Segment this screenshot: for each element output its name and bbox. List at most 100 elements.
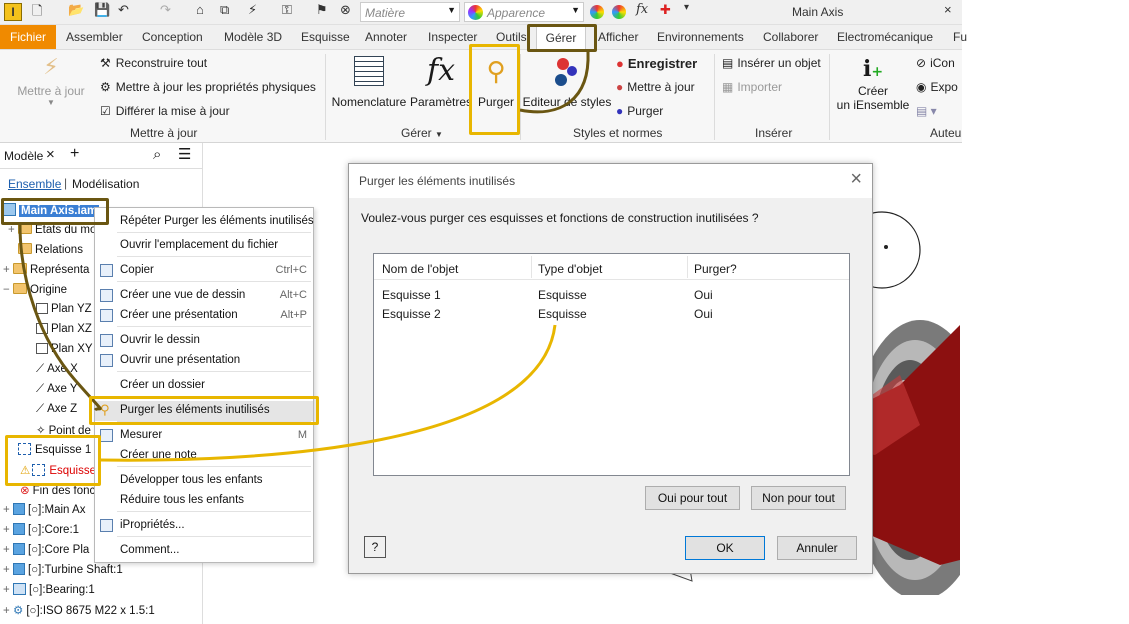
tab-environments[interactable]: Environnements (657, 25, 744, 49)
tab-view[interactable]: Afficher (598, 25, 638, 49)
close-icon[interactable]: × (850, 168, 862, 191)
yes-to-all-button[interactable]: Oui pour tout (645, 486, 740, 510)
cancel-button[interactable]: Annuler (777, 536, 857, 560)
defer-update-button[interactable]: ☑ Différer la mise à jour (100, 104, 230, 118)
iconnect-button[interactable]: ⊘ iCon (916, 56, 955, 70)
context-menu-item[interactable]: Créer une vue de dessin Alt+C (95, 286, 313, 306)
column-header-type[interactable]: Type d'objet (538, 262, 602, 276)
search-icon[interactable]: ⌕ (153, 146, 161, 163)
tree-item[interactable]: Plan XY (36, 343, 93, 355)
purge-styles-button[interactable]: ● Purger (616, 104, 663, 118)
tree-item[interactable]: + ⚙ [○]:ISO 8675 M22 x 1.5:1 (3, 603, 155, 617)
context-menu-item[interactable]: Développer tous les enfants (95, 471, 313, 491)
plane-icon (36, 343, 48, 354)
tab-more[interactable]: Fu (953, 25, 967, 49)
context-menu-item[interactable]: Ouvrir le dessin (95, 331, 313, 351)
rebuild-all-button[interactable]: ⚒ Reconstruire tout (100, 56, 207, 70)
context-menu-item[interactable]: Créer un dossier (95, 376, 313, 396)
parameters-button[interactable]: fx Paramètres (410, 54, 472, 116)
parameters-label: Paramètres (410, 95, 473, 109)
context-menu-item[interactable]: Créer une note (95, 446, 313, 466)
context-menu-item[interactable]: Ouvrir une présentation (95, 351, 313, 371)
create-iassembly-button[interactable]: i+ Créer un iEnsemble (834, 54, 912, 120)
document-title: Main Axis (792, 5, 844, 19)
export-button[interactable]: ◉ Expo (916, 80, 958, 94)
context-menu-item[interactable]: Mesurer M (95, 426, 313, 446)
measure-icon[interactable]: ⚿ (282, 2, 292, 18)
material-value: Matière (365, 6, 406, 20)
author-extra-button[interactable]: ▤ ▾ (916, 104, 937, 118)
tree-item[interactable]: ⟋ Axe Z (36, 403, 77, 416)
table-row[interactable]: Esquisse 1 Esquisse Oui (374, 286, 849, 304)
material-dropdown[interactable]: Matière ▼ (360, 2, 460, 22)
customize-icon[interactable]: ▾ (684, 2, 689, 13)
update-physical-button[interactable]: ⚙ Mettre à jour les propriétés physiques (100, 80, 316, 94)
group-label-manage[interactable]: Gérer ▼ (401, 126, 443, 140)
table-row[interactable]: Esquisse 2 Esquisse Oui (374, 305, 849, 323)
context-menu-item[interactable]: Copier Ctrl+C (95, 261, 313, 281)
tree-item[interactable]: − Origine (3, 283, 67, 296)
close-icon[interactable]: × (46, 146, 55, 163)
new-icon[interactable]: 🗋 (32, 2, 42, 24)
redo-icon[interactable]: ↷ (160, 2, 171, 18)
menu-icon[interactable]: ☰ (178, 145, 191, 163)
tree-item[interactable]: + [○]:Core:1 (3, 523, 79, 536)
tree-item[interactable]: ⟋ Axe Y (36, 383, 78, 396)
tab-collaborate[interactable]: Collaborer (763, 25, 818, 49)
tab-3d-model[interactable]: Modèle 3D (224, 25, 282, 49)
grip-icon[interactable]: ⚑ (316, 2, 328, 18)
select-icon[interactable]: ⚡ (248, 2, 257, 18)
undo-icon[interactable]: ↶ (118, 2, 129, 18)
browser-mode-modeling[interactable]: Modélisation (72, 177, 139, 191)
update-styles-button[interactable]: ● Mettre à jour (616, 80, 695, 94)
tree-item[interactable]: ⟋ Axe X (36, 363, 78, 376)
tree-item[interactable]: + [○]:Turbine Shaft:1 (3, 563, 123, 576)
return-icon[interactable]: ⧉ (220, 2, 229, 18)
tree-item[interactable]: + [○]:Bearing:1 (3, 583, 95, 596)
home-icon[interactable]: ⌂ (196, 2, 204, 17)
browser-tab-model[interactable]: Modèle (4, 149, 43, 163)
clear-appearance-icon[interactable] (612, 5, 626, 19)
style-editor-button[interactable]: Editeur de styles (522, 54, 612, 116)
tab-annotate[interactable]: Annoter (365, 25, 407, 49)
import-button[interactable]: ▦ Importer (722, 80, 782, 94)
context-menu-item[interactable]: Créer une présentation Alt+P (95, 306, 313, 326)
browser-mode-assembly[interactable]: Ensemble (8, 177, 61, 191)
add-tab-icon[interactable]: + (70, 145, 79, 163)
tab-electromechanical[interactable]: Electromécanique (837, 25, 933, 49)
close-icon[interactable]: × (944, 2, 952, 17)
bom-button[interactable]: Nomenclature (330, 54, 408, 116)
fx-icon[interactable]: fx (636, 2, 648, 17)
insert-object-button[interactable]: ▤ Insérer un objet (722, 56, 821, 70)
context-menu-item[interactable]: Ouvrir l'emplacement du fichier (95, 236, 313, 256)
tree-item[interactable]: + [○]:Main Ax (3, 503, 85, 516)
appearance-dropdown[interactable]: Apparence ▼ (464, 2, 584, 22)
context-menu-item[interactable]: iPropriétés... (95, 516, 313, 536)
app-logo[interactable]: I (4, 3, 22, 21)
column-header-purge[interactable]: Purger? (694, 262, 737, 276)
context-menu-item[interactable]: Répéter Purger les éléments inutilisés (95, 212, 314, 232)
help-button[interactable]: ? (364, 536, 386, 558)
ok-button[interactable]: OK (685, 536, 765, 560)
column-header-name[interactable]: Nom de l'objet (382, 262, 458, 276)
no-to-all-button[interactable]: Non pour tout (751, 486, 846, 510)
save-icon[interactable]: 💾 (94, 2, 110, 18)
tab-assemble[interactable]: Assembler (66, 25, 123, 49)
context-menu-item[interactable]: Réduire tous les enfants (95, 491, 313, 511)
tab-design[interactable]: Conception (142, 25, 203, 49)
save-styles-button[interactable]: ● Enregistrer (616, 56, 697, 71)
material-ball-icon[interactable]: ⊗ (340, 2, 351, 18)
tree-item[interactable]: Relations (8, 243, 83, 256)
tree-item[interactable]: Plan XZ (36, 323, 92, 335)
tree-item[interactable]: + Représenta (3, 263, 89, 276)
open-icon[interactable]: 📂 (68, 2, 84, 18)
context-menu-item[interactable]: Comment... (95, 541, 313, 561)
plus-icon[interactable]: ✚ (660, 2, 671, 18)
tab-file[interactable]: Fichier (0, 25, 56, 49)
tree-item[interactable]: Plan YZ (36, 303, 92, 315)
tree-item[interactable]: + [○]:Core Pla (3, 543, 89, 556)
tab-sketch[interactable]: Esquisse (301, 25, 350, 49)
purge-list[interactable]: Nom de l'objet Type d'objet Purger? Esqu… (373, 253, 850, 476)
color-override-icon[interactable] (590, 5, 604, 19)
update-big-button[interactable]: ⚡ Mettre à jour ▼ (12, 54, 90, 116)
